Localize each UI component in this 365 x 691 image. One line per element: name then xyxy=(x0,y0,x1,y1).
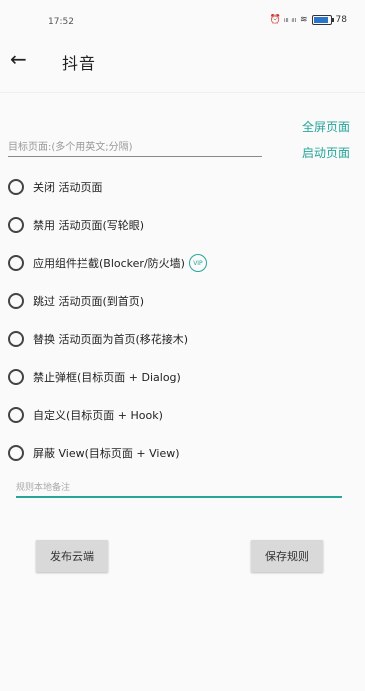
radio-button[interactable] xyxy=(8,255,24,271)
option-label: 替换 活动页面为首页(移花接木) xyxy=(33,333,189,346)
radio-button[interactable] xyxy=(8,179,24,195)
option-block-dialog[interactable]: 禁止弹框(目标页面 + Dialog) xyxy=(8,358,348,396)
option-close-activity[interactable]: 关闭 活动页面 xyxy=(8,168,348,206)
radio-button[interactable] xyxy=(8,369,24,385)
radio-button[interactable] xyxy=(8,407,24,423)
radio-button[interactable] xyxy=(8,217,24,233)
radio-button[interactable] xyxy=(8,331,24,347)
status-time: 17:52 xyxy=(48,17,74,27)
page-title: 抖音 xyxy=(62,54,97,73)
status-bar: 17:52 ⏰ ᵢₗₗ ᵢₗₗ ≋ 78 xyxy=(0,0,365,40)
save-rule-button[interactable]: 保存规则 xyxy=(251,540,323,572)
target-page-input[interactable] xyxy=(8,138,262,157)
divider xyxy=(0,92,365,93)
rule-options: 关闭 活动页面 禁用 活动页面(写轮眼) 应用组件拦截(Blocker/防火墙)… xyxy=(8,168,348,472)
option-disable-activity[interactable]: 禁用 活动页面(写轮眼) xyxy=(8,206,348,244)
option-component-block[interactable]: 应用组件拦截(Blocker/防火墙) VIP xyxy=(8,244,348,282)
option-label: 关闭 活动页面 xyxy=(33,181,103,194)
option-skip-activity[interactable]: 跳过 活动页面(到首页) xyxy=(8,282,348,320)
publish-cloud-button[interactable]: 发布云端 xyxy=(36,540,108,572)
option-label: 应用组件拦截(Blocker/防火墙) xyxy=(33,257,185,270)
option-replace-activity[interactable]: 替换 活动页面为首页(移花接木) xyxy=(8,320,348,358)
battery-icon xyxy=(311,15,334,25)
launch-page-link[interactable]: 启动页面 xyxy=(302,144,350,161)
vip-badge: VIP xyxy=(188,254,207,272)
option-block-view[interactable]: 屏蔽 View(目标页面 + View) xyxy=(8,434,348,472)
status-icons: ⏰ ᵢₗₗ ᵢₗₗ ≋ 78 xyxy=(270,15,347,25)
fullscreen-page-link[interactable]: 全屏页面 xyxy=(302,118,350,135)
battery-level: 78 xyxy=(335,15,347,25)
option-label: 自定义(目标页面 + Hook) xyxy=(33,409,163,422)
option-custom-hook[interactable]: 自定义(目标页面 + Hook) xyxy=(8,396,348,434)
option-label: 禁止弹框(目标页面 + Dialog) xyxy=(33,371,181,384)
back-arrow-icon[interactable]: ← xyxy=(10,48,32,70)
wifi-icon: ≋ xyxy=(300,15,308,25)
radio-button[interactable] xyxy=(8,445,24,461)
radio-button[interactable] xyxy=(8,293,24,309)
option-label: 跳过 活动页面(到首页) xyxy=(33,295,145,308)
option-label: 屏蔽 View(目标页面 + View) xyxy=(33,447,180,460)
signal-alarm-icons: ⏰ ᵢₗₗ ᵢₗₗ xyxy=(269,15,296,25)
option-label: 禁用 活动页面(写轮眼) xyxy=(33,219,145,232)
toolbar: ← 抖音 xyxy=(0,40,365,80)
rule-note-input[interactable] xyxy=(16,480,342,498)
